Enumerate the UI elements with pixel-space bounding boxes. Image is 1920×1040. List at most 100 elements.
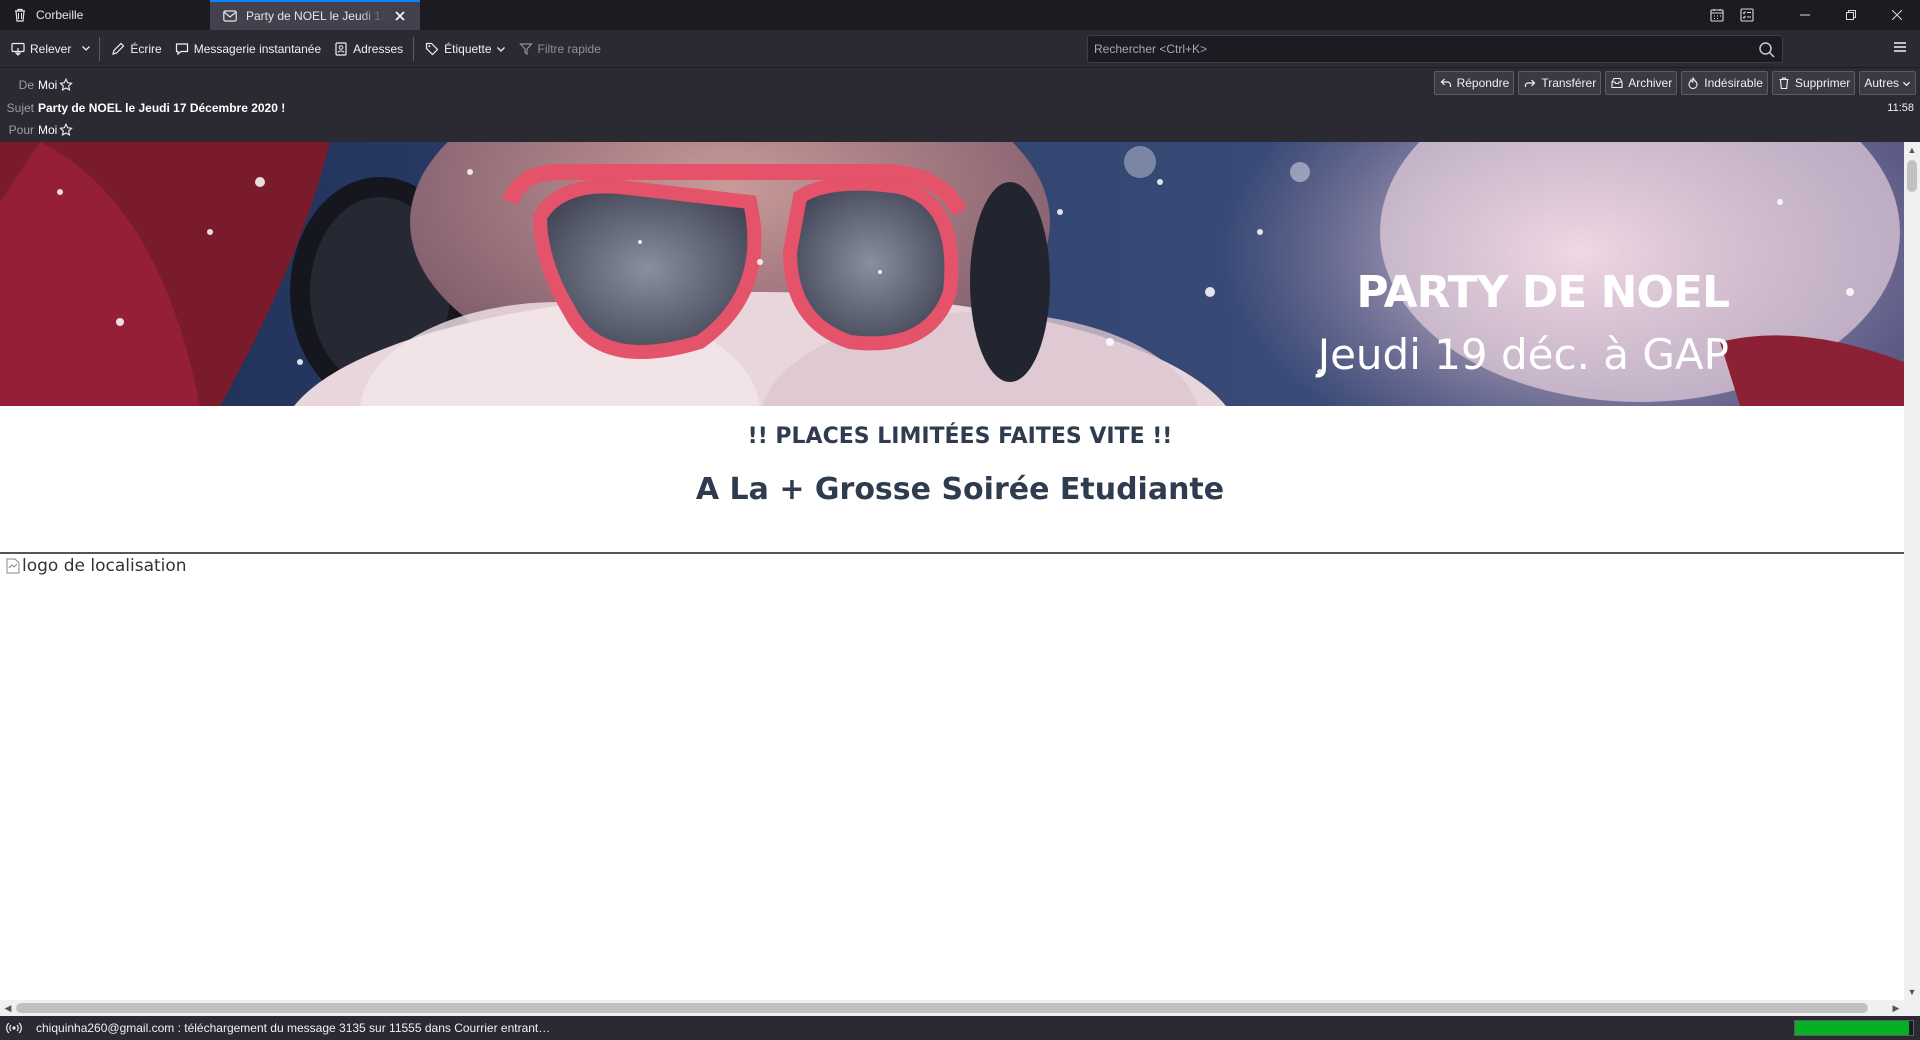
chevron-down-icon <box>1902 79 1911 88</box>
junk-label: Indésirable <box>1704 76 1763 90</box>
archive-icon <box>1610 76 1624 90</box>
trash-icon <box>12 7 28 23</box>
subject-value: Party de NOEL le Jeudi 17 Décembre 2020 … <box>38 101 286 115</box>
chat-button[interactable]: Messagerie instantanée <box>168 35 327 63</box>
archive-button[interactable]: Archiver <box>1605 71 1678 95</box>
other-actions-button[interactable]: Autres <box>1859 71 1916 95</box>
from-label: De <box>18 78 34 92</box>
subject-row: Sujet Party de NOEL le Jeudi 17 Décembre… <box>0 98 286 118</box>
archive-label: Archiver <box>1628 76 1673 90</box>
address-book-label: Adresses <box>353 41 404 56</box>
calendar-icon[interactable] <box>1702 0 1732 30</box>
banner-subtitle: Jeudi 19 déc. à GAP <box>1317 330 1729 379</box>
search-icon[interactable] <box>1758 41 1776 59</box>
vertical-scroll-thumb[interactable] <box>1907 160 1917 192</box>
header-actions: Répondre Transférer Archiver Indésirable <box>1433 71 1916 95</box>
horizontal-scrollbar[interactable]: ◀ ▶ <box>0 1000 1904 1016</box>
main-toolbar: Relever Écrire Messagerie instantanée Ad… <box>0 30 1920 68</box>
content-divider <box>0 552 1904 554</box>
chevron-down-icon <box>496 44 506 54</box>
vertical-scrollbar[interactable]: ▲ ▼ <box>1904 142 1920 1000</box>
tag-button[interactable]: Étiquette <box>418 35 511 63</box>
from-row: De Moi <box>0 75 74 95</box>
star-icon[interactable] <box>59 78 74 92</box>
reply-icon <box>1439 76 1453 90</box>
mail-icon <box>222 8 238 24</box>
delete-button[interactable]: Supprimer <box>1771 71 1856 95</box>
minimize-button[interactable] <box>1782 0 1828 30</box>
download-progress-fill <box>1795 1021 1910 1035</box>
message-time: 11:58 <box>1887 102 1914 114</box>
to-value[interactable]: Moi <box>38 123 57 137</box>
trash-icon <box>1777 76 1791 90</box>
app-menu-button[interactable] <box>1890 39 1910 59</box>
toolbar-separator <box>99 36 101 61</box>
limited-places-heading: !! PLACES LIMITÉES FAITES VITE !! <box>747 424 1173 449</box>
write-button[interactable]: Écrire <box>104 35 167 63</box>
forward-label: Transférer <box>1541 76 1597 90</box>
window-controls <box>1702 0 1920 30</box>
main-headline: A La + Grosse Soirée Etudiante <box>695 472 1225 507</box>
chat-bubble-icon <box>174 41 190 57</box>
tab-corbeille[interactable]: Corbeille <box>0 0 210 30</box>
mail-client-window: Corbeille Party de NOEL le Jeudi 17 Déce… <box>0 0 1920 1040</box>
junk-button[interactable]: Indésirable <box>1681 71 1768 95</box>
subject-label: Sujet <box>6 101 34 115</box>
other-actions-label: Autres <box>1864 76 1899 90</box>
hamburger-icon <box>1893 40 1907 58</box>
online-status-icon[interactable] <box>6 1020 22 1036</box>
scroll-up-icon[interactable]: ▲ <box>1904 142 1920 158</box>
search-input[interactable]: Rechercher <Ctrl+K> <box>1087 35 1783 63</box>
get-messages-dropdown[interactable] <box>77 35 95 63</box>
junk-flame-icon <box>1686 76 1700 90</box>
tab-label: Party de NOEL le Jeudi 17 Décembre 2020 … <box>246 9 386 23</box>
broken-image-icon <box>6 558 20 574</box>
santa-banner-image: PARTY DE NOEL Jeudi 19 déc. à GAP <box>0 142 1904 406</box>
delete-label: Supprimer <box>1794 76 1851 90</box>
tab-label: Corbeille <box>36 8 84 22</box>
banner-title: PARTY DE NOEL <box>1356 267 1730 318</box>
close-tab-icon[interactable] <box>392 8 408 24</box>
download-mail-icon <box>10 41 26 57</box>
chat-label: Messagerie instantanée <box>193 41 322 56</box>
message-header: De Moi Sujet Party de NOEL le Jeudi 17 D… <box>0 68 1920 142</box>
forward-icon <box>1523 76 1537 90</box>
close-window-button[interactable] <box>1874 0 1920 30</box>
tasks-icon[interactable] <box>1732 0 1762 30</box>
forward-button[interactable]: Transférer <box>1518 71 1602 95</box>
to-label: Pour <box>8 123 34 137</box>
scrollbar-corner <box>1904 1000 1920 1016</box>
broken-image-alt-text: logo de localisation <box>22 556 187 576</box>
status-bar: chiquinha260@gmail.com : téléchargement … <box>0 1016 1920 1040</box>
reply-label: Répondre <box>1456 76 1510 90</box>
get-messages-label: Relever <box>30 41 72 56</box>
tag-icon <box>424 41 440 57</box>
to-row: Pour Moi <box>0 120 74 140</box>
search-placeholder: Rechercher <Ctrl+K> <box>1094 42 1208 56</box>
pencil-icon <box>110 41 126 57</box>
quick-filter-button[interactable]: Filtre rapide <box>512 35 607 63</box>
quick-filter-label: Filtre rapide <box>537 41 601 56</box>
address-book-button[interactable]: Adresses <box>327 35 409 63</box>
broken-image: logo de localisation <box>6 556 187 576</box>
reply-button[interactable]: Répondre <box>1433 71 1515 95</box>
scroll-down-icon[interactable]: ▼ <box>1904 984 1920 1000</box>
tag-label: Étiquette <box>444 41 492 56</box>
status-text: chiquinha260@gmail.com : téléchargement … <box>36 1021 551 1035</box>
from-value[interactable]: Moi <box>38 78 57 92</box>
star-icon[interactable] <box>59 123 74 137</box>
filter-icon <box>518 41 534 57</box>
restore-button[interactable] <box>1828 0 1874 30</box>
get-messages-button[interactable]: Relever <box>4 35 77 63</box>
horizontal-scroll-thumb[interactable] <box>16 1003 1868 1013</box>
tab-bar: Corbeille Party de NOEL le Jeudi 17 Déce… <box>0 0 1920 30</box>
chevron-down-icon <box>81 42 91 56</box>
message-body: PARTY DE NOEL Jeudi 19 déc. à GAP !! PLA… <box>0 142 1904 1000</box>
scroll-left-icon[interactable]: ◀ <box>0 1000 16 1016</box>
scroll-right-icon[interactable]: ▶ <box>1888 1000 1904 1016</box>
tab-message[interactable]: Party de NOEL le Jeudi 17 Décembre 2020 … <box>210 0 420 30</box>
address-book-icon <box>333 41 349 57</box>
download-progress-bar <box>1794 1020 1914 1036</box>
write-label: Écrire <box>130 41 162 56</box>
toolbar-separator <box>413 36 415 61</box>
